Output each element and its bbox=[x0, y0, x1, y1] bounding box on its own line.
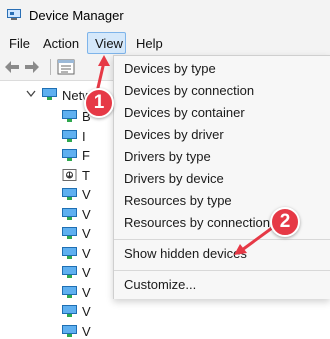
network-adapter-icon bbox=[62, 324, 77, 337]
step-2-badge: 2 bbox=[270, 207, 300, 237]
step-1-badge: 1 bbox=[84, 88, 114, 118]
annotation-arrows bbox=[95, 55, 274, 255]
tree-device-label[interactable]: V bbox=[82, 304, 91, 319]
arrow-to-show-hidden bbox=[240, 226, 274, 252]
network-adapter-icon bbox=[62, 305, 77, 317]
tree-device-label[interactable]: V bbox=[82, 324, 91, 339]
arrow-head-view bbox=[98, 55, 110, 66]
